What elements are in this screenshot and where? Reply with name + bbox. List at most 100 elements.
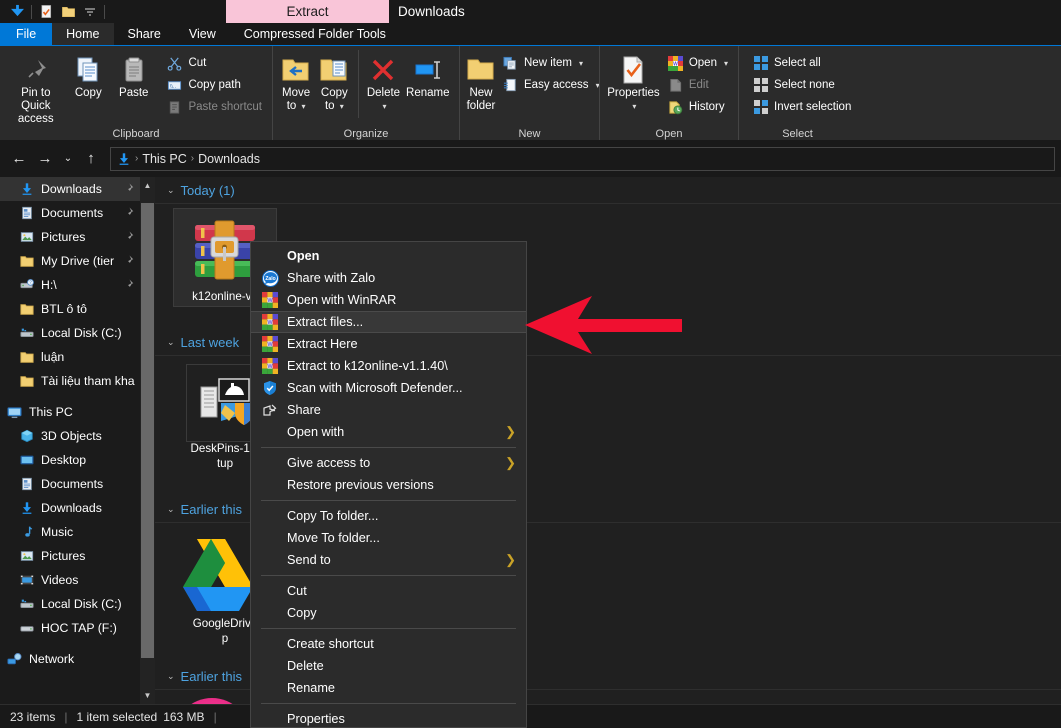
sidebar-item-hoc-tap-f[interactable]: HOC TAP (F:): [0, 616, 140, 640]
new-folder-button[interactable]: New folder: [466, 50, 496, 113]
sidebar-item-luan[interactable]: luận: [0, 345, 140, 369]
sidebar-item-downloads[interactable]: Downloads: [0, 496, 140, 520]
copy-button[interactable]: Copy: [66, 50, 111, 100]
chevron-down-icon[interactable]: ⌄: [167, 337, 175, 348]
new-folder-icon[interactable]: [57, 1, 79, 22]
sidebar-item-documents-qa[interactable]: Documents: [0, 201, 140, 225]
menu-item-properties[interactable]: Properties: [251, 708, 526, 728]
up-arrow-icon[interactable]: ↑: [78, 146, 104, 172]
context-menu[interactable]: Open Zalo Share with Zalo W Open with Wi…: [250, 241, 527, 728]
customize-dropdown-icon[interactable]: [79, 1, 101, 22]
open-button[interactable]: W Open ▾: [663, 52, 732, 74]
menu-item-cut[interactable]: Cut: [251, 580, 526, 602]
menu-item-create-shortcut[interactable]: Create shortcut: [251, 633, 526, 655]
menu-item-open-with[interactable]: Open with ❯: [251, 421, 526, 443]
sidebar-item-local-disk-c[interactable]: Local Disk (C:): [0, 592, 140, 616]
pin-icon[interactable]: [122, 230, 134, 242]
sidebar-item-pictures[interactable]: Pictures: [0, 544, 140, 568]
sidebar-item-this-pc[interactable]: This PC: [0, 400, 140, 424]
properties-caret-icon[interactable]: ▾: [632, 100, 636, 113]
sidebar-item-documents[interactable]: Documents: [0, 472, 140, 496]
sidebar-scrollbar[interactable]: ▲ ▼: [140, 177, 155, 704]
sidebar-label: Local Disk (C:): [41, 326, 122, 340]
sidebar-item-network[interactable]: Network: [0, 647, 140, 671]
sidebar-item-my-drive[interactable]: My Drive (tier: [0, 249, 140, 273]
tab-file[interactable]: File: [0, 23, 52, 45]
paste-shortcut-button[interactable]: Paste shortcut: [162, 96, 266, 118]
sidebar-item-pictures-qa[interactable]: Pictures: [0, 225, 140, 249]
scroll-up-icon[interactable]: ▲: [140, 177, 155, 194]
easy-access-button[interactable]: Easy access ▾: [498, 74, 604, 96]
breadcrumb-this-pc[interactable]: This PC: [142, 152, 186, 166]
downloads-icon[interactable]: [6, 1, 28, 22]
chevron-down-icon[interactable]: ⌄: [167, 671, 175, 682]
properties-button[interactable]: Properties ▾: [606, 50, 661, 113]
rename-button[interactable]: Rename: [403, 50, 453, 100]
copy-path-button[interactable]: \\.. Copy path: [162, 74, 266, 96]
copy-to-caret-icon[interactable]: ▾: [340, 102, 344, 111]
sidebar-item-downloads-qa[interactable]: Downloads: [0, 177, 140, 201]
menu-item-restore-previous-versions[interactable]: Restore previous versions: [251, 474, 526, 496]
sidebar-item-btl-o-to[interactable]: BTL ô tô: [0, 297, 140, 321]
tab-compressed-folder-tools[interactable]: Compressed Folder Tools: [230, 23, 400, 45]
delete-caret-icon[interactable]: ▾: [382, 100, 386, 113]
menu-item-give-access-to[interactable]: Give access to ❯: [251, 452, 526, 474]
breadcrumb-downloads[interactable]: Downloads: [198, 152, 260, 166]
pin-icon[interactable]: [122, 206, 134, 218]
new-item-button[interactable]: New item ▾: [498, 52, 604, 74]
menu-item-copy-to-folder[interactable]: Copy To folder...: [251, 505, 526, 527]
menu-item-send-to[interactable]: Send to ❯: [251, 549, 526, 571]
zalo-icon: Zalo: [261, 269, 279, 287]
sidebar-item-tai-lieu[interactable]: Tài liệu tham kha: [0, 369, 140, 393]
properties-icon[interactable]: [35, 1, 57, 22]
chevron-down-icon[interactable]: ⌄: [167, 185, 175, 196]
pin-to-quick-access-button[interactable]: Pin to Quick access: [6, 50, 66, 126]
menu-item-open[interactable]: Open: [251, 245, 526, 267]
select-all-button[interactable]: Select all: [748, 52, 855, 74]
history-button[interactable]: History: [663, 96, 732, 118]
forward-arrow-icon[interactable]: →: [32, 146, 58, 172]
status-bar: 23 items | 1 item selected 163 MB |: [0, 704, 1061, 728]
pin-icon[interactable]: [122, 254, 134, 266]
menu-item-rename[interactable]: Rename: [251, 677, 526, 699]
menu-item-extract-here[interactable]: W Extract Here: [251, 333, 526, 355]
select-none-button[interactable]: Select none: [748, 74, 855, 96]
menu-item-extract-files[interactable]: W Extract files...: [251, 311, 526, 333]
breadcrumb[interactable]: › This PC › Downloads: [110, 147, 1055, 171]
paste-button[interactable]: Paste: [111, 50, 156, 100]
pin-icon[interactable]: [122, 182, 134, 194]
sidebar-item-h-drive[interactable]: ? H:\: [0, 273, 140, 297]
menu-item-copy[interactable]: Copy: [251, 602, 526, 624]
sidebar-item-music[interactable]: Music: [0, 520, 140, 544]
copy-to-button[interactable]: Copy to ▾: [315, 50, 353, 113]
menu-item-extract-to-folder[interactable]: W Extract to k12online-v1.1.40\: [251, 355, 526, 377]
open-caret-icon[interactable]: ▾: [724, 59, 728, 68]
menu-item-delete[interactable]: Delete: [251, 655, 526, 677]
invert-selection-button[interactable]: Invert selection: [748, 96, 855, 118]
back-arrow-icon[interactable]: ←: [6, 146, 32, 172]
edit-button[interactable]: Edit: [663, 74, 732, 96]
tab-home[interactable]: Home: [52, 23, 113, 45]
move-to-caret-icon[interactable]: ▾: [302, 102, 306, 111]
menu-item-scan-with-defender[interactable]: Scan with Microsoft Defender...: [251, 377, 526, 399]
scrollbar-thumb[interactable]: [141, 203, 154, 658]
sidebar-item-local-disk-c-qa[interactable]: Local Disk (C:): [0, 321, 140, 345]
sidebar-item-desktop[interactable]: Desktop: [0, 448, 140, 472]
tab-share[interactable]: Share: [114, 23, 175, 45]
sidebar-item-videos[interactable]: Videos: [0, 568, 140, 592]
group-header-today[interactable]: ⌄ Today (1): [155, 177, 1061, 203]
cut-button[interactable]: Cut: [162, 52, 266, 74]
menu-item-share[interactable]: Share: [251, 399, 526, 421]
chevron-down-icon[interactable]: ⌄: [58, 146, 78, 172]
move-to-button[interactable]: Move to ▾: [277, 50, 315, 113]
sidebar-item-3d-objects[interactable]: 3D Objects: [0, 424, 140, 448]
menu-item-share-with-zalo[interactable]: Zalo Share with Zalo: [251, 267, 526, 289]
menu-item-open-with-winrar[interactable]: W Open with WinRAR: [251, 289, 526, 311]
scroll-down-icon[interactable]: ▼: [140, 687, 155, 704]
tab-view[interactable]: View: [175, 23, 230, 45]
new-item-caret-icon[interactable]: ▾: [579, 59, 583, 68]
menu-item-move-to-folder[interactable]: Move To folder...: [251, 527, 526, 549]
delete-button[interactable]: Delete ▾: [364, 50, 402, 113]
pin-icon[interactable]: [122, 278, 134, 290]
chevron-down-icon[interactable]: ⌄: [167, 504, 175, 515]
